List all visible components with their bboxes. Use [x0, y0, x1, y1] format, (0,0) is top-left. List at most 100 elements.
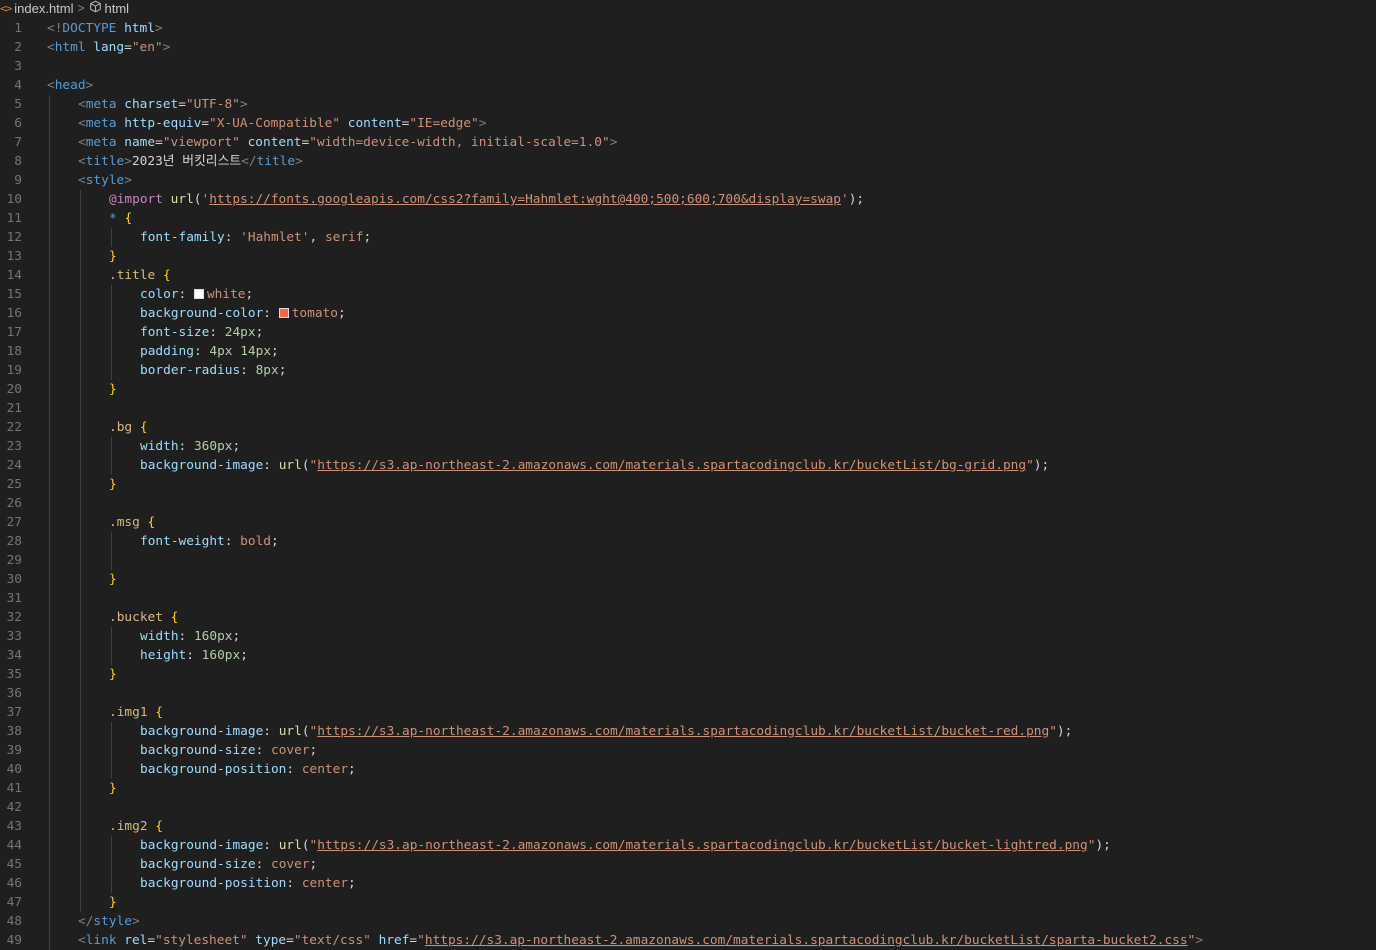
code-text: }	[109, 380, 117, 399]
code-line[interactable]: 38 background-image: url("https://s3.ap-n…	[0, 722, 1376, 741]
code-line[interactable]: 20}	[0, 380, 1376, 399]
code-line[interactable]: 6 <meta http-equiv="X-UA-Compatible" cont…	[0, 114, 1376, 133]
code-line[interactable]: 42	[0, 798, 1376, 817]
token-punct: >	[124, 154, 132, 169]
code-line[interactable]: 16 background-color: tomato;	[0, 304, 1376, 323]
code-line[interactable]: 14 .title {	[0, 266, 1376, 285]
code-line[interactable]: 27 .msg {	[0, 513, 1376, 532]
code-line[interactable]: 17 font-size: 24px;	[0, 323, 1376, 342]
code-line[interactable]: 23 width: 360px;	[0, 437, 1376, 456]
code-line[interactable]: 13}	[0, 247, 1376, 266]
line-number: 37	[6, 705, 22, 720]
code-line[interactable]: 8 <title>2023년 버킷리스트</title>	[0, 152, 1376, 171]
code-line[interactable]: 10 @import url('https://fonts.googleapis.…	[0, 190, 1376, 209]
token-prop: background-size	[140, 743, 256, 758]
code-line[interactable]: 36	[0, 684, 1376, 703]
line-number: 19	[6, 363, 22, 378]
token-brace: {	[139, 420, 148, 435]
code-line[interactable]: 28 font-weight: bold;	[0, 532, 1376, 551]
token-url[interactable]: https://s3.ap-northeast-2.amazonaws.com/…	[317, 838, 1087, 853]
code-text: background-position: center;	[140, 874, 356, 893]
token-attr: type	[255, 933, 287, 948]
line-number: 23	[6, 439, 22, 454]
code-line[interactable]: 24 background-image: url("https://s3.ap-n…	[0, 456, 1376, 475]
line-number: 21	[6, 401, 22, 416]
color-swatch-icon[interactable]	[278, 308, 289, 318]
token-plain: ;	[271, 344, 279, 359]
token-val: cover	[271, 857, 310, 872]
code-line[interactable]: 35}	[0, 665, 1376, 684]
token-brace: }	[109, 667, 117, 682]
code-line[interactable]: 33 width: 160px;	[0, 627, 1376, 646]
code-text: font-size: 24px;	[140, 323, 263, 342]
line-number: 26	[6, 496, 22, 511]
code-line[interactable]: 15 color: white;	[0, 285, 1376, 304]
code-line[interactable]: 37 .img1 {	[0, 703, 1376, 722]
token-prop: border-radius	[140, 363, 241, 378]
token-plain: :	[263, 306, 279, 321]
breadcrumb-file[interactable]: index.html	[14, 0, 73, 17]
cube-icon	[89, 0, 102, 17]
code-line[interactable]: 5 <meta charset="UTF-8">	[0, 95, 1376, 114]
token-sel: .msg	[109, 515, 140, 530]
code-text: .title {	[109, 266, 171, 285]
token-brace: }	[109, 382, 117, 397]
code-line[interactable]: 18 padding: 4px 14px;	[0, 342, 1376, 361]
code-line[interactable]: 31	[0, 589, 1376, 608]
code-line[interactable]: 41}	[0, 779, 1376, 798]
token-plain: );	[1095, 838, 1111, 853]
line-number: 15	[6, 287, 22, 302]
code-text: background-image: url("https://s3.ap-nor…	[140, 456, 1049, 475]
code-line[interactable]: 7 <meta name="viewport" content="width=de…	[0, 133, 1376, 152]
code-text: }	[109, 779, 117, 798]
token-url[interactable]: https://s3.ap-northeast-2.amazonaws.com/…	[317, 724, 1049, 739]
code-line[interactable]: 25}	[0, 475, 1376, 494]
token-plain: (	[193, 192, 202, 207]
code-line[interactable]: 26	[0, 494, 1376, 513]
code-line[interactable]: 9 <style>	[0, 171, 1376, 190]
line-number: 36	[6, 686, 22, 701]
token-prop: background-size	[140, 857, 256, 872]
code-line[interactable]: 34 height: 160px;	[0, 646, 1376, 665]
breadcrumb-symbol[interactable]: html	[105, 0, 130, 17]
code-line[interactable]: 21	[0, 399, 1376, 418]
breadcrumb: <> index.html > html	[0, 0, 1376, 17]
code-text: <head>	[47, 76, 93, 95]
code-line[interactable]: 1 <!DOCTYPE html>	[0, 19, 1376, 38]
line-number: 22	[6, 420, 22, 435]
code-line[interactable]: 49 <link rel="stylesheet" type="text/css"…	[0, 931, 1376, 950]
token-url[interactable]: https://s3.ap-northeast-2.amazonaws.com/…	[425, 933, 1188, 948]
code-line[interactable]: 32 .bucket {	[0, 608, 1376, 627]
code-line[interactable]: 19 border-radius: 8px;	[0, 361, 1376, 380]
code-line[interactable]: 40 background-position: center;	[0, 760, 1376, 779]
code-editor[interactable]: 1 <!DOCTYPE html> 2 <html lang="en"> 3 4 <head…	[0, 18, 1376, 950]
code-line[interactable]: 12 font-family: 'Hahmlet', serif;	[0, 228, 1376, 247]
token-plain: ;	[348, 876, 356, 891]
code-line[interactable]: 48 </style>	[0, 912, 1376, 931]
color-swatch-icon[interactable]	[193, 289, 204, 299]
code-text: .bucket {	[109, 608, 178, 627]
code-line[interactable]: 4 <head>	[0, 76, 1376, 95]
code-line[interactable]: 11 * {	[0, 209, 1376, 228]
token-str: "UTF-8"	[185, 97, 240, 112]
token-tag: *	[109, 211, 117, 226]
line-number: 31	[6, 591, 22, 606]
code-line[interactable]: 44 background-image: url("https://s3.ap-n…	[0, 836, 1376, 855]
token-url[interactable]: https://fonts.googleapis.com/css2?family…	[209, 192, 841, 207]
token-num: 14px	[240, 344, 272, 359]
token-val: white	[206, 287, 246, 302]
code-line[interactable]: 22 .bg {	[0, 418, 1376, 437]
code-line[interactable]: 46 background-position: center;	[0, 874, 1376, 893]
code-line[interactable]: 39 background-size: cover;	[0, 741, 1376, 760]
code-line[interactable]: 30}	[0, 570, 1376, 589]
code-line[interactable]: 43 .img2 {	[0, 817, 1376, 836]
token-num: 4px	[209, 344, 233, 359]
code-line[interactable]: 2 <html lang="en">	[0, 38, 1376, 57]
token-tag: head	[54, 78, 86, 93]
code-line[interactable]: 47}	[0, 893, 1376, 912]
code-line[interactable]: 3	[0, 57, 1376, 76]
token-url[interactable]: https://s3.ap-northeast-2.amazonaws.com/…	[317, 458, 1026, 473]
code-line[interactable]: 29	[0, 551, 1376, 570]
code-line[interactable]: 45 background-size: cover;	[0, 855, 1376, 874]
